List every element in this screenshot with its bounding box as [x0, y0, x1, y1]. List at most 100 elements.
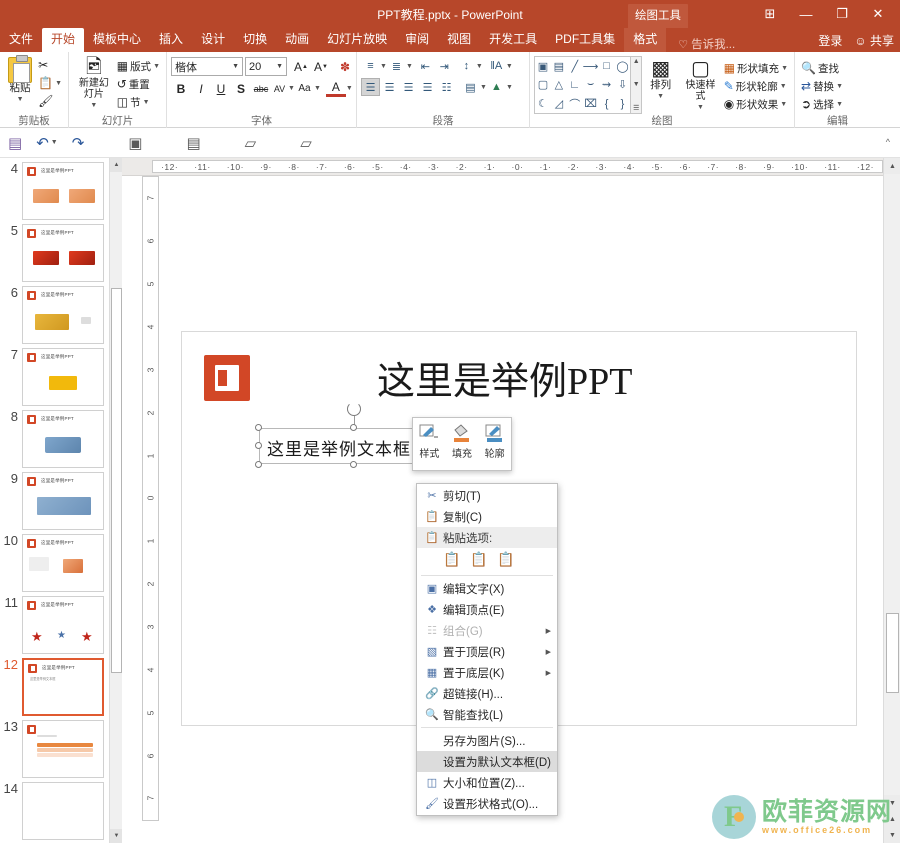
- slide-vertical-scrollbar[interactable]: ▲ ▼ ▲ ▼: [883, 158, 900, 843]
- chevron-down-icon[interactable]: ▼: [143, 99, 150, 106]
- context-menu-item[interactable]: 📋 复制(C): [417, 506, 557, 527]
- chevron-down-icon[interactable]: ▼: [506, 84, 513, 91]
- mini-outline-button[interactable]: 轮廓: [478, 418, 511, 470]
- sign-in-link[interactable]: 登录: [818, 32, 842, 49]
- slide-title-text[interactable]: 这里是举例PPT: [377, 350, 632, 405]
- slideshow-current-icon[interactable]: ▱: [300, 134, 312, 152]
- shape-rectangle-icon[interactable]: □: [599, 57, 615, 76]
- scrollbar-thumb[interactable]: [111, 288, 122, 673]
- chevron-down-icon[interactable]: ▼: [90, 100, 97, 111]
- ribbon-display-options-button[interactable]: ⊞: [752, 0, 788, 28]
- thumbnail-preview[interactable]: [22, 720, 104, 778]
- tab-view[interactable]: 视图: [438, 28, 480, 52]
- vertical-ruler[interactable]: 7 6 5 4 3 2 1 0 1 2 3 4 5 6 7: [142, 176, 159, 821]
- select-button[interactable]: ➲ 选择 ▼: [799, 95, 845, 113]
- bold-button[interactable]: B: [171, 79, 191, 98]
- tab-review[interactable]: 审阅: [396, 28, 438, 52]
- shape-effects-button[interactable]: ◉ 形状效果 ▼: [722, 95, 790, 113]
- shape-freeform-icon[interactable]: ◿: [551, 94, 567, 113]
- thumbnail-preview[interactable]: 这里是举例PPT: [22, 472, 104, 530]
- shape-right-arrow-icon[interactable]: ⇝: [599, 76, 615, 95]
- resize-handle-s[interactable]: [350, 461, 357, 468]
- copy-button[interactable]: 📋 ▼: [36, 74, 64, 92]
- chevron-down-icon[interactable]: ▼: [314, 85, 321, 92]
- chevron-down-icon[interactable]: ▼: [836, 83, 843, 90]
- collapse-ribbon-icon[interactable]: ^: [886, 137, 890, 147]
- paste-button[interactable]: 粘贴 ▼: [4, 54, 36, 107]
- gallery-more-icon[interactable]: ☰: [633, 104, 639, 112]
- shape-triangle-icon[interactable]: △: [551, 76, 567, 95]
- mini-style-button[interactable]: 样式: [413, 418, 446, 470]
- chevron-down-icon[interactable]: ▼: [17, 94, 24, 105]
- tell-me-box[interactable]: ♡ 告诉我...: [666, 36, 735, 52]
- reset-button[interactable]: ↺ 重置: [115, 75, 162, 93]
- undo-button[interactable]: ↶ ▼: [36, 134, 58, 152]
- context-menu-item[interactable]: ▦ 置于底层(K) ▶: [417, 662, 557, 683]
- scroll-up-icon[interactable]: ▲: [633, 58, 640, 65]
- thumbnail-preview[interactable]: 这里是举例PPT ★ ★ ★: [22, 596, 104, 654]
- font-size-combobox[interactable]: 20 ▼: [245, 57, 287, 76]
- shape-fill-button[interactable]: ▦ 形状填充 ▼: [722, 59, 790, 77]
- chevron-down-icon[interactable]: ▼: [276, 63, 283, 70]
- context-menu-item[interactable]: ◫ 大小和位置(Z)...: [417, 772, 557, 793]
- paste-options-row[interactable]: 📋 📋 📋: [417, 548, 557, 573]
- context-menu-item[interactable]: 🖌 设置形状格式(O)...: [417, 793, 557, 814]
- tab-template-center[interactable]: 模板中心: [84, 28, 150, 52]
- paste-keep-source-icon[interactable]: 📋: [443, 551, 460, 569]
- shape-right-brace-icon[interactable]: }: [615, 94, 631, 113]
- text-shadow-button[interactable]: S: [231, 79, 251, 98]
- slide-thumbnail-pane[interactable]: 4 这里是举例PPT 5 这里是举例PPT 6 这里是举例PPT 7 这里是举例PPT 8 这里是…: [0, 158, 122, 843]
- tab-developer[interactable]: 开发工具: [480, 28, 546, 52]
- context-menu-item[interactable]: 🔗 超链接(H)...: [417, 683, 557, 704]
- shapes-gallery-scroll[interactable]: ▲ ▼ ☰: [631, 56, 643, 114]
- align-center-button[interactable]: ☰: [380, 78, 399, 96]
- bullets-button[interactable]: ≡: [361, 57, 380, 75]
- chevron-down-icon[interactable]: ▼: [406, 63, 413, 70]
- chevron-down-icon[interactable]: ▼: [55, 80, 62, 87]
- context-menu[interactable]: ✂ 剪切(T) 📋 复制(C) 📋 粘贴选项: 📋 📋 📋 ▣ 编辑文字(X) ❖ 编辑顶点(E) ☷ 组合…: [416, 483, 558, 816]
- tab-transitions[interactable]: 切换: [234, 28, 276, 52]
- scroll-up-icon[interactable]: ▲: [884, 158, 900, 174]
- tab-slideshow[interactable]: 幻灯片放映: [318, 28, 396, 52]
- character-spacing-button[interactable]: AV: [271, 79, 288, 98]
- share-button[interactable]: ☺ 共享: [854, 32, 894, 49]
- chevron-down-icon[interactable]: ▼: [506, 63, 513, 70]
- thumbnail-preview[interactable]: [22, 782, 104, 840]
- scroll-down-icon[interactable]: ▼: [110, 829, 122, 843]
- slide-thumbnail-item[interactable]: 10 这里是举例PPT: [0, 530, 122, 592]
- thumbnail-preview[interactable]: 这里是举例PPT: [22, 224, 104, 282]
- chevron-down-icon[interactable]: ▼: [780, 101, 787, 108]
- shape-outline-button[interactable]: ✎ 形状轮廓 ▼: [722, 77, 790, 95]
- paste-text-only-icon[interactable]: 📋: [497, 551, 514, 569]
- justify-button[interactable]: ☰: [418, 78, 437, 96]
- tab-animations[interactable]: 动画: [276, 28, 318, 52]
- shape-moon-icon[interactable]: ☾: [535, 94, 551, 113]
- increase-font-size-button[interactable]: A ▲: [291, 57, 311, 76]
- chevron-down-icon[interactable]: ▼: [697, 102, 704, 113]
- chevron-down-icon[interactable]: ▼: [153, 63, 160, 70]
- tab-pdf-tools[interactable]: PDF工具集: [546, 28, 624, 52]
- replace-button[interactable]: ⇄ 替换 ▼: [799, 77, 845, 95]
- shape-rounded-rect-icon[interactable]: ▢: [535, 76, 551, 95]
- shape-down-arrow-icon[interactable]: ⇩: [615, 76, 631, 95]
- shape-left-brace-icon[interactable]: {: [599, 94, 615, 113]
- decrease-indent-button[interactable]: ⇤: [416, 57, 435, 75]
- decrease-font-size-button[interactable]: A ▼: [311, 57, 331, 76]
- quick-styles-button[interactable]: ▢ 快速样式 ▼: [679, 56, 721, 115]
- chevron-down-icon[interactable]: ▼: [657, 91, 664, 102]
- thumbnail-preview[interactable]: 这里是举例PPT: [22, 348, 104, 406]
- align-right-button[interactable]: ☰: [399, 78, 418, 96]
- change-case-button[interactable]: Aa: [295, 79, 314, 98]
- layout-button[interactable]: ▦ 版式 ▼: [115, 57, 162, 75]
- convert-smartart-button[interactable]: ▤: [461, 78, 480, 96]
- shape-elbow2-icon[interactable]: ⌣: [583, 76, 599, 95]
- slide-thumbnail-item[interactable]: 12 这里是举例PPT 这里是举例文本框: [0, 654, 122, 716]
- clear-formatting-icon[interactable]: ✽: [335, 57, 355, 76]
- textbox-text[interactable]: 这里是举例文本框: [267, 435, 411, 460]
- chevron-down-icon[interactable]: ▼: [781, 65, 788, 72]
- powerpoint-logo-shape[interactable]: [204, 355, 250, 401]
- columns-button[interactable]: ☷: [437, 78, 456, 96]
- text-direction-button[interactable]: ‖A: [487, 57, 506, 75]
- context-menu-item[interactable]: 设置为默认文本框(D): [417, 751, 557, 772]
- slide-thumbnail-item[interactable]: 7 这里是举例PPT: [0, 344, 122, 406]
